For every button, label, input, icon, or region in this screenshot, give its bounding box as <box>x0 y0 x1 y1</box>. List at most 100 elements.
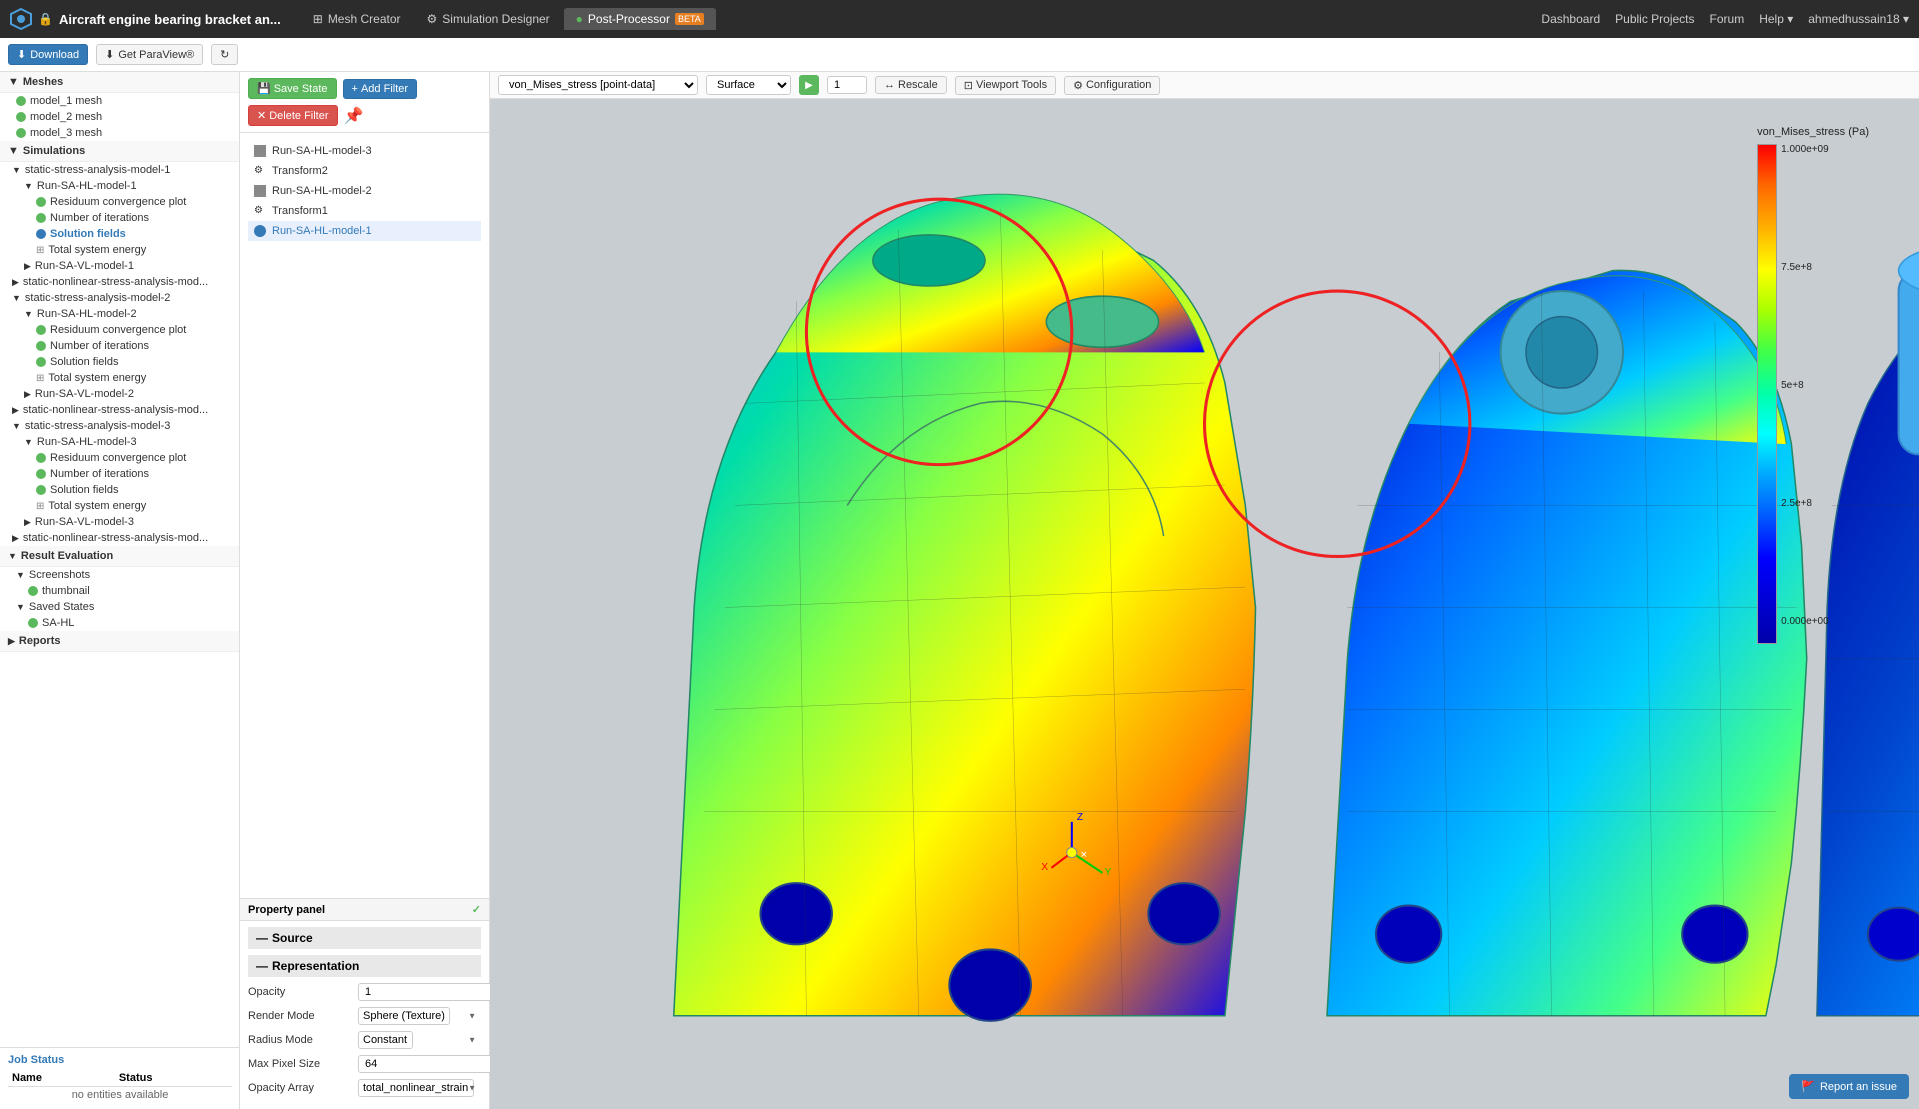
delete-filter-button[interactable]: ✕ Delete Filter <box>248 105 338 126</box>
property-section-source[interactable]: — Source <box>248 927 481 949</box>
sidebar-item-ssa-model3[interactable]: ▼ static-stress-analysis-model-3 <box>0 418 239 434</box>
sidebar-item-solution-fields3[interactable]: Solution fields <box>0 482 239 498</box>
viewport-tools-button[interactable]: ⊡ Viewport Tools <box>955 76 1056 95</box>
sidebar-item-total-energy3[interactable]: ⊞ Total system energy <box>0 498 239 514</box>
sidebar-item-sa-hl[interactable]: SA-HL <box>0 615 239 631</box>
dashboard-link[interactable]: Dashboard <box>1541 12 1600 26</box>
cyl-top-2 <box>1046 296 1158 347</box>
sidebar-item-thumbnail[interactable]: thumbnail <box>0 583 239 599</box>
render-mode-label: Render Mode <box>248 1010 358 1022</box>
opacity-array-select[interactable]: total_nonlinear_strain von_Mises_stress <box>358 1079 474 1097</box>
caret-vl3-icon: ▶ <box>24 517 31 528</box>
surface-select[interactable]: Surface Wireframe <box>706 75 791 95</box>
pipeline-item-run-sa-hl-model2[interactable]: Run-SA-HL-model-2 <box>248 181 481 201</box>
sidebar-item-snl-mod1[interactable]: ▶ static-nonlinear-stress-analysis-mod..… <box>0 274 239 290</box>
caret-ssa1-icon: ▼ <box>12 165 21 175</box>
caret-result-icon: ▼ <box>8 551 17 561</box>
dash-icon2: — <box>256 959 268 973</box>
field-select[interactable]: von_Mises_stress [point-data] <box>498 75 698 95</box>
sidebar-section-result-evaluation[interactable]: ▼ Result Evaluation <box>0 546 239 567</box>
get-paraview-button[interactable]: ⬇ Get ParaView® <box>96 44 203 65</box>
caret-simulations-icon: ▼ <box>8 145 19 157</box>
pipe-icon-gear2: ⚙ <box>254 205 266 217</box>
sidebar-item-num-iter2[interactable]: Number of iterations <box>0 338 239 354</box>
sidebar-item-residuum1[interactable]: Residuum convergence plot <box>0 194 239 210</box>
simscale-logo-icon <box>10 8 32 30</box>
configuration-button[interactable]: ⚙ Configuration <box>1064 76 1160 95</box>
pipeline-item-transform1[interactable]: ⚙ Transform1 <box>248 201 481 221</box>
pipeline-item-transform2[interactable]: ⚙ Transform2 <box>248 161 481 181</box>
sidebar-item-num-iter3[interactable]: Number of iterations <box>0 466 239 482</box>
sidebar-item-saved-states[interactable]: ▼ Saved States <box>0 599 239 615</box>
dot-icon: ● <box>576 12 583 26</box>
save-state-button[interactable]: 💾 Save State <box>248 78 337 99</box>
help-link[interactable]: Help ▾ <box>1759 12 1793 26</box>
user-menu[interactable]: ahmedhussain18 ▾ <box>1808 12 1909 26</box>
sidebar-item-run-sa-hl-model1[interactable]: ▼ Run-SA-HL-model-1 <box>0 178 239 194</box>
tab-post-processor[interactable]: ● Post-Processor BETA <box>564 8 716 30</box>
sidebar-item-run-sa-hl-model2[interactable]: ▼ Run-SA-HL-model-2 <box>0 306 239 322</box>
sidebar-item-solution-fields2[interactable]: Solution fields <box>0 354 239 370</box>
green-circle-icon <box>36 453 46 463</box>
green-circle-thumb-icon <box>28 586 38 596</box>
frame-input[interactable] <box>827 76 867 94</box>
tab-mesh-creator[interactable]: ⊞ Mesh Creator <box>301 8 413 30</box>
sidebar-item-model1-mesh[interactable]: model_1 mesh <box>0 93 239 109</box>
nav-right: Dashboard Public Projects Forum Help ▾ a… <box>1541 12 1909 26</box>
sidebar-item-run-sa-hl-model3[interactable]: ▼ Run-SA-HL-model-3 <box>0 434 239 450</box>
property-row-opacity-array: Opacity Array total_nonlinear_strain von… <box>248 1079 481 1097</box>
sidebar-item-model2-mesh[interactable]: model_2 mesh <box>0 109 239 125</box>
sidebar-item-run-sa-vl-model1[interactable]: ▶ Run-SA-VL-model-1 <box>0 258 239 274</box>
sidebar-item-residuum3[interactable]: Residuum convergence plot <box>0 450 239 466</box>
radius-mode-label: Radius Mode <box>248 1034 358 1046</box>
property-section-representation[interactable]: — Representation <box>248 955 481 977</box>
green-circle-icon <box>36 341 46 351</box>
add-filter-button[interactable]: + Add Filter <box>343 79 418 99</box>
sidebar-section-reports[interactable]: ▶ Reports <box>0 631 239 652</box>
sidebar-item-run-sa-vl-model2[interactable]: ▶ Run-SA-VL-model-2 <box>0 386 239 402</box>
bolt-hole-4 <box>1376 906 1441 963</box>
sidebar-item-residuum2[interactable]: Residuum convergence plot <box>0 322 239 338</box>
radius-mode-wrap: Constant Scalar <box>358 1031 481 1049</box>
sidebar-item-solution-fields1[interactable]: Solution fields <box>0 226 239 242</box>
sidebar-section-simulations[interactable]: ▼ Simulations <box>0 141 239 162</box>
radius-mode-select[interactable]: Constant Scalar <box>358 1031 413 1049</box>
public-projects-link[interactable]: Public Projects <box>1615 12 1694 26</box>
green-check-icon <box>16 96 26 106</box>
caret-reports-icon: ▶ <box>8 636 15 647</box>
caret-run2-icon: ▼ <box>24 309 33 319</box>
legend-label-max: 1.000e+09 <box>1781 144 1829 155</box>
top-navigation: 🔒 Aircraft engine bearing bracket an... … <box>0 0 1919 38</box>
property-row-opacity: Opacity <box>248 983 481 1001</box>
sidebar-item-snl-mod2[interactable]: ▶ static-nonlinear-stress-analysis-mod..… <box>0 402 239 418</box>
pipeline-item-run-sa-hl-model1[interactable]: Run-SA-HL-model-1 <box>248 221 481 241</box>
pin-icon[interactable]: 📌 <box>344 106 364 126</box>
sidebar-item-model3-mesh[interactable]: model_3 mesh <box>0 125 239 141</box>
sidebar-item-snl-mod3[interactable]: ▶ static-nonlinear-stress-analysis-mod..… <box>0 530 239 546</box>
report-issue-button[interactable]: 🚩 Report an issue <box>1789 1074 1909 1099</box>
sidebar-item-ssa-model2[interactable]: ▼ static-stress-analysis-model-2 <box>0 290 239 306</box>
refresh-button[interactable]: ↻ <box>211 44 238 65</box>
pipeline-item-run-sa-hl-model3[interactable]: Run-SA-HL-model-3 <box>248 141 481 161</box>
sidebar-item-num-iter1[interactable]: Number of iterations <box>0 210 239 226</box>
rescale-button[interactable]: ↔ Rescale <box>875 76 947 94</box>
tab-simulation-designer[interactable]: ⚙ Simulation Designer <box>415 8 562 30</box>
bolt-hole-5 <box>1682 906 1747 963</box>
legend-label-min: 0.000e+00 <box>1781 616 1829 627</box>
opacity-label: Opacity <box>248 986 358 998</box>
green-circle-icon <box>36 325 46 335</box>
play-button[interactable]: ▶ <box>799 75 819 95</box>
forum-link[interactable]: Forum <box>1710 12 1745 26</box>
pipeline-toolbar: 💾 Save State + Add Filter ✕ Delete Filte… <box>240 72 489 133</box>
sidebar-item-total-energy1[interactable]: ⊞ Total system energy <box>0 242 239 258</box>
sidebar-item-ssa-model1[interactable]: ▼ static-stress-analysis-model-1 <box>0 162 239 178</box>
caret-ssa3-icon: ▼ <box>12 421 21 431</box>
sidebar-item-total-energy2[interactable]: ⊞ Total system energy <box>0 370 239 386</box>
render-mode-select[interactable]: Sphere (Texture) Points Wireframe Surfac… <box>358 1007 450 1025</box>
download-button[interactable]: ⬇ Download <box>8 44 88 65</box>
sidebar-item-screenshots[interactable]: ▼ Screenshots <box>0 567 239 583</box>
sidebar-item-run-sa-vl-model3[interactable]: ▶ Run-SA-VL-model-3 <box>0 514 239 530</box>
green-circle-icon <box>36 213 46 223</box>
caret-saved-icon: ▼ <box>16 602 25 612</box>
sidebar-section-meshes[interactable]: ▼ Meshes <box>0 72 239 93</box>
